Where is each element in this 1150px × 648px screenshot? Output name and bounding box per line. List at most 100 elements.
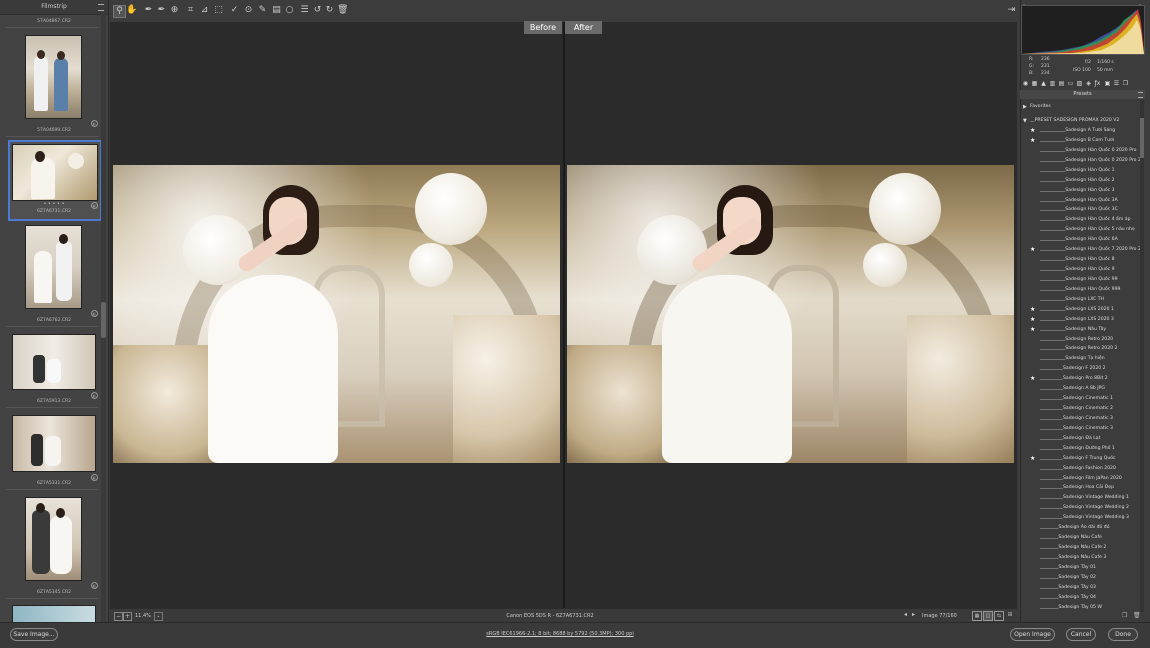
adjustment-brush-icon[interactable]: ✎ [257, 5, 268, 16]
hand-tool-icon[interactable]: ✋ [126, 5, 137, 16]
preset-item[interactable]: ________Sadesign Tây 04 [1020, 593, 1140, 603]
preset-item[interactable]: ___________Sadesign Hàn Quốc 0 2020 Pro [1020, 146, 1140, 156]
zoom-level[interactable]: 11.4% [135, 612, 155, 620]
done-button[interactable]: Done [1108, 628, 1138, 641]
new-preset-icon[interactable]: ❐ [1122, 612, 1127, 619]
preset-item[interactable]: ★ ___________Sadesign LXS 2020 1 [1020, 305, 1140, 315]
collapse-triangle-icon[interactable]: ▼ [1023, 116, 1027, 126]
before-label[interactable]: Before [524, 21, 562, 34]
preset-item[interactable]: __________Sadesign Vintage Wedding 2 [1020, 503, 1140, 513]
transform-tab-icon[interactable]: ▧ [1076, 80, 1083, 88]
preset-item[interactable]: ___________Sadesign Hàn Quốc 5 nâu nhẹ [1020, 225, 1140, 235]
preset-item[interactable]: ___________Sadesign Retro 2020 2 [1020, 344, 1140, 354]
favorite-star-icon[interactable]: ★ [1030, 454, 1035, 464]
expand-triangle-icon[interactable]: ▶ [1023, 102, 1027, 112]
filmstrip-thumbnail[interactable] [25, 497, 82, 581]
preset-item[interactable]: __________Sadesign F 2020 2 [1020, 364, 1140, 374]
preset-item[interactable]: __________Sadesign Hoa Cải Đẹp [1020, 483, 1140, 493]
preset-item[interactable]: ___________Sadesign Hàn Quốc 2 [1020, 176, 1140, 186]
favorite-star-icon[interactable]: ★ [1030, 305, 1035, 315]
favorite-star-icon[interactable]: ★ [1030, 315, 1035, 325]
calibration-tab-icon[interactable]: ƒx [1094, 80, 1101, 88]
spot-removal-tool-icon[interactable]: ✓ [229, 5, 240, 16]
preset-item[interactable]: ___________Sadesign Hàn Quốc 8 [1020, 255, 1140, 265]
preset-item[interactable]: ________Sadesign Áo dài đỏ đỏ [1020, 523, 1140, 533]
preset-item[interactable]: __________Sadesign Cinematic 3 [1020, 424, 1140, 434]
panel-menu-icon[interactable] [98, 4, 104, 11]
next-image-icon[interactable]: ▸ [912, 611, 915, 618]
preset-item[interactable]: __________Sadesign A 8b JPG [1020, 384, 1140, 394]
preset-item[interactable]: ________Sadesign Tây 05 W [1020, 603, 1140, 612]
favorite-star-icon[interactable]: ★ [1030, 325, 1035, 335]
preset-group-favorites[interactable]: ▶ Favorites [1020, 102, 1140, 112]
zoom-out-icon[interactable]: − [114, 612, 123, 621]
open-image-button[interactable]: Open Image [1010, 628, 1055, 641]
preset-item[interactable]: ___________Sadesign Hàn Quốc 0 2020 Pro … [1020, 156, 1141, 166]
zoom-dropdown-icon[interactable]: ⌄ [154, 612, 163, 621]
color-sampler-tool-icon[interactable]: ✒ [156, 5, 167, 16]
presets-scrollbar[interactable] [1140, 100, 1144, 612]
preferences-icon[interactable]: ☰ [299, 5, 310, 16]
graduated-filter-icon[interactable]: ▤ [271, 5, 282, 16]
crop-tool-icon[interactable]: ⌗ [185, 5, 196, 16]
split-toning-tab-icon[interactable]: ▤ [1058, 80, 1065, 88]
preset-item[interactable]: ★ ___________Sadesign A Tươi Sáng [1020, 126, 1140, 136]
before-after-toggle-icon[interactable]: ◫ [983, 611, 993, 621]
filmstrip-thumbnail[interactable] [12, 415, 96, 472]
preset-item[interactable]: ★ ___________Sadesign LXS 2020 3 [1020, 315, 1140, 325]
favorite-star-icon[interactable]: ★ [1030, 136, 1035, 146]
preset-item[interactable]: ___________Sadesign Retro 2020 [1020, 335, 1140, 345]
preset-item[interactable]: ___________Sadesign Hàn Quốc 999 [1020, 285, 1140, 295]
preset-item[interactable]: ___________Sadesign Hàn Quốc 9 [1020, 265, 1140, 275]
favorite-star-icon[interactable]: ★ [1030, 126, 1035, 136]
preset-item[interactable]: ★ ___________Sadesign Nâu Tây [1020, 325, 1140, 335]
preset-item[interactable]: ___________Sadesign Hàn Quốc 1 [1020, 166, 1140, 176]
preset-item[interactable]: __________Sadesign Fashion 2020 [1020, 464, 1140, 474]
preset-item[interactable]: __________Sadesign Vintage Wedding 3 [1020, 513, 1140, 523]
preset-item[interactable]: ___________Sadesign Hàn Quốc 99 [1020, 275, 1140, 285]
favorite-star-icon[interactable]: ★ [1030, 374, 1035, 384]
after-label[interactable]: After [565, 21, 602, 34]
preset-item[interactable]: __________Sadesign Film JaPan 2020 [1020, 474, 1140, 484]
filmstrip-thumbnail[interactable] [25, 225, 82, 309]
view-mode-icon[interactable]: ▦ [972, 611, 982, 621]
fullscreen-toggle-icon[interactable]: ⇥ [1006, 5, 1017, 16]
favorite-star-icon[interactable]: ★ [1030, 245, 1035, 255]
zoom-tool-icon[interactable]: ⚲ [113, 5, 126, 18]
prev-image-icon[interactable]: ◂ [904, 611, 907, 618]
workflow-options-link[interactable]: sRGB IEC61966-2.1; 8 bit; 8688 by 5792 (… [400, 631, 720, 637]
preset-item[interactable]: ___________Sadesign Tạ hiện [1020, 354, 1140, 364]
zoom-in-icon[interactable]: + [123, 612, 132, 621]
detail-tab-icon[interactable]: ▲ [1040, 80, 1047, 88]
cancel-button[interactable]: Cancel [1066, 628, 1096, 641]
tone-curve-tab-icon[interactable]: ▦ [1031, 80, 1038, 88]
basic-tab-icon[interactable]: ◉ [1022, 80, 1029, 88]
save-image-button[interactable]: Save Image... [10, 628, 58, 641]
preset-item[interactable]: __________Sadesign Cinematic 3 [1020, 414, 1140, 424]
preset-item[interactable]: ★ __________Sadesign Pro 8Bit 2 [1020, 374, 1140, 384]
preset-item[interactable]: ________Sadesign Nâu Cafe 2 [1020, 543, 1140, 553]
after-image[interactable] [567, 165, 1014, 463]
filmstrip-scrollbar[interactable] [101, 14, 106, 622]
preset-item[interactable]: ★ ___________Sadesign Hàn Quốc 7 2020 Pro… [1020, 245, 1141, 255]
preset-item[interactable]: ________Sadesign Tây 01 [1020, 563, 1140, 573]
preset-item[interactable]: ___________Sadesign Hàn Quốc 3C [1020, 205, 1140, 215]
stack-tab-icon[interactable]: ❐ [1122, 80, 1129, 88]
preset-item[interactable]: ___________Sadesign LXC TH [1020, 295, 1140, 305]
preset-item[interactable]: ___________Sadesign Hàn Quốc 4 ấm áp [1020, 215, 1140, 225]
preset-item[interactable]: ________Sadesign Tây 03 [1020, 583, 1140, 593]
preset-item[interactable]: ★ __________Sadesign F Trung Quốc [1020, 454, 1140, 464]
radial-filter-icon[interactable]: ○ [284, 5, 295, 16]
preset-item[interactable]: ___________Sadesign Hàn Quốc 6A [1020, 235, 1140, 245]
snapshots-tab-icon[interactable]: ☰ [1113, 80, 1120, 88]
before-image[interactable] [113, 165, 560, 463]
preset-item[interactable]: __________Sadesign Cinematic 1 [1020, 394, 1140, 404]
preset-item[interactable]: ___________Sadesign Hàn Quốc 3 [1020, 186, 1140, 196]
swap-settings-icon[interactable]: ⇆ [994, 611, 1004, 621]
hsl-tab-icon[interactable]: ▥ [1049, 80, 1056, 88]
preset-item[interactable]: ________Sadesign Tây 02 [1020, 573, 1140, 583]
preset-item[interactable]: __________Sadesign Cinematic 2 [1020, 404, 1140, 414]
presets-tab-icon[interactable]: ▣ [1104, 80, 1111, 88]
preset-group[interactable]: ▼ __PRESET SADESIGN PROMAX 2020 V2 [1020, 116, 1140, 126]
preset-item[interactable]: __________Sadesign Vintage Wedding 1 [1020, 493, 1140, 503]
